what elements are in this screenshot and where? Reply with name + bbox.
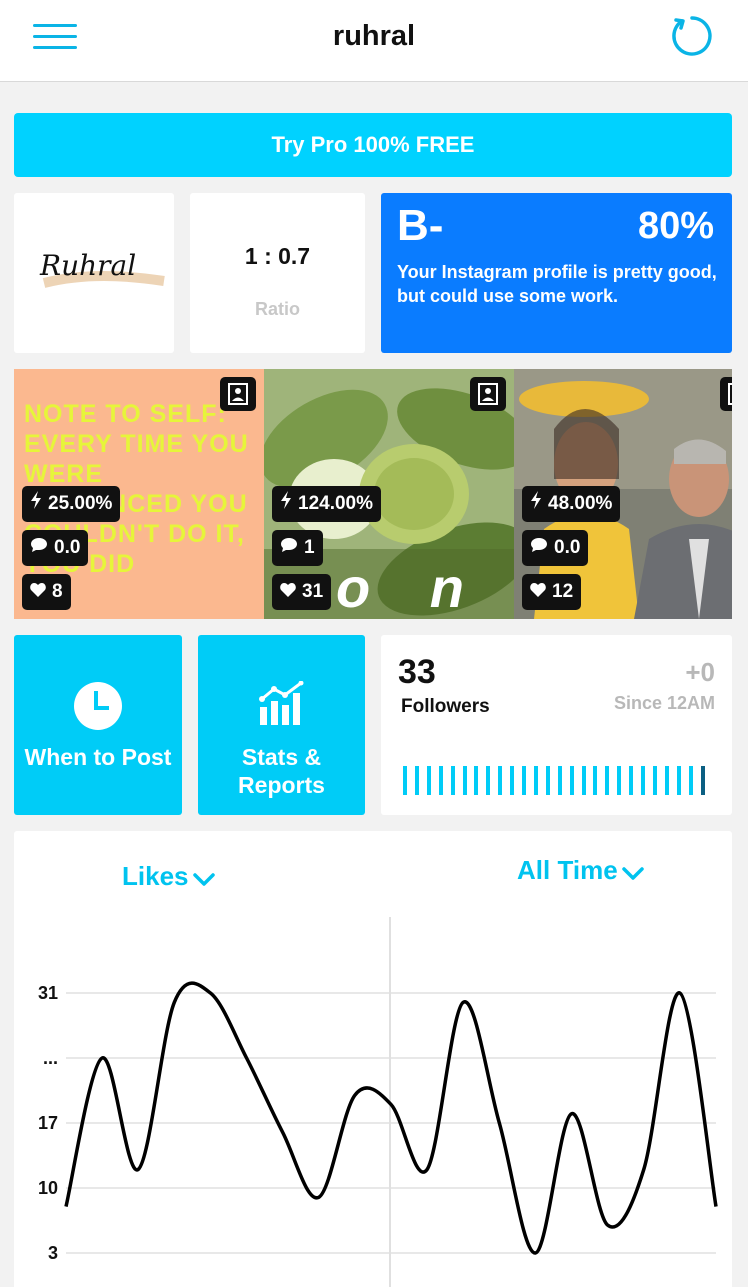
comment-icon xyxy=(280,530,298,566)
engagement-badge: 124.00% xyxy=(272,486,382,522)
followers-bar xyxy=(581,766,586,795)
followers-since: Since 12AM xyxy=(613,693,715,713)
engagement-badge: 48.00% xyxy=(522,486,621,522)
followers-bar xyxy=(438,766,443,795)
y-tick-label: 10 xyxy=(38,1178,58,1198)
post-thumbnail[interactable]: NOTE TO SELF: EVERY TIME YOU WERE CONVIN… xyxy=(14,369,264,619)
bar-chart-icon xyxy=(258,680,306,732)
profile-logo-card: Ruhral xyxy=(14,193,174,353)
followers-history-bars xyxy=(403,766,713,795)
likes-chart: 31... 17 10 3 xyxy=(38,917,718,1287)
followers-bar xyxy=(462,766,467,795)
followers-bar xyxy=(664,766,669,795)
try-pro-button[interactable]: Try Pro 100% FREE xyxy=(14,113,732,177)
comment-icon xyxy=(530,530,548,566)
followers-bar xyxy=(569,766,574,795)
heart-icon xyxy=(280,574,296,610)
top-bar: ruhral xyxy=(0,0,748,82)
followers-bar xyxy=(700,766,705,795)
profile-badge-icon xyxy=(220,377,256,411)
followers-label: Followers xyxy=(401,696,490,717)
followers-bar xyxy=(486,766,491,795)
engagement-badge: 25.00% xyxy=(22,486,121,522)
followers-bar xyxy=(557,766,562,795)
chart-card: Likes All Time 31... 17 10 3 xyxy=(14,831,732,1287)
grade-letter: B- xyxy=(397,201,444,250)
post-thumbnail[interactable]: 48.00% 0.0 12 xyxy=(514,369,732,619)
followers-bar xyxy=(450,766,455,795)
comments-badge: 0.0 xyxy=(522,530,589,566)
stats-reports-label: Stats & Reports xyxy=(238,744,325,798)
profile-badge-icon xyxy=(720,377,732,411)
y-tick-label: 17 xyxy=(38,1113,58,1133)
followers-bar xyxy=(522,766,526,795)
heart-icon xyxy=(30,574,46,610)
comment-icon xyxy=(30,530,48,566)
followers-bar xyxy=(498,766,503,795)
followers-delta: +0 xyxy=(685,657,715,687)
followers-bar xyxy=(510,766,515,795)
followers-bar xyxy=(414,766,419,795)
y-tick-label: 3 xyxy=(48,1243,58,1263)
refresh-icon[interactable] xyxy=(668,14,712,58)
svg-text:Ruhral: Ruhral xyxy=(39,249,136,282)
followers-bar xyxy=(474,766,479,795)
when-to-post-label: When to Post xyxy=(24,744,172,770)
followers-bar xyxy=(617,766,622,795)
lightning-icon xyxy=(280,486,292,522)
followers-bar xyxy=(629,766,634,795)
grade-card[interactable]: B- 80% Your Instagram profile is pretty … xyxy=(381,193,732,353)
post-overlay-text: o n xyxy=(336,556,486,619)
grade-message: Your Instagram profile is pretty good, b… xyxy=(397,262,717,306)
followers-bar xyxy=(676,766,681,795)
followers-bar xyxy=(545,766,550,795)
comments-badge: 1 xyxy=(272,530,323,566)
followers-count: 33 xyxy=(398,653,436,691)
followers-bar xyxy=(652,766,657,795)
y-tick-label: ... xyxy=(43,1048,58,1068)
likes-badge: 8 xyxy=(22,574,71,610)
post-thumbnail[interactable]: o n 124.00% 1 31 xyxy=(264,369,514,619)
ratio-card: 1 : 0.7 Ratio xyxy=(190,193,365,353)
stats-reports-button[interactable]: Stats & Reports xyxy=(198,635,365,815)
followers-bar xyxy=(426,766,431,795)
followers-bar xyxy=(641,766,645,795)
profile-badge-icon xyxy=(470,377,506,411)
followers-bar xyxy=(593,766,598,795)
ratio-value: 1 : 0.7 xyxy=(244,243,311,269)
likes-badge: 31 xyxy=(272,574,332,610)
y-tick-label: 31 xyxy=(38,983,58,1003)
recent-posts: NOTE TO SELF: EVERY TIME YOU WERE CONVIN… xyxy=(14,369,732,619)
profile-logo: Ruhral xyxy=(39,249,165,288)
ratio-label: Ratio xyxy=(255,299,300,319)
comments-badge: 0.0 xyxy=(22,530,89,566)
lightning-icon xyxy=(530,486,542,522)
when-to-post-button[interactable]: When to Post xyxy=(14,635,182,815)
heart-icon xyxy=(530,574,546,610)
followers-bar xyxy=(688,766,693,795)
followers-bar xyxy=(533,766,538,795)
lightning-icon xyxy=(30,486,42,522)
grade-percent: 80% xyxy=(637,205,714,247)
followers-card[interactable]: 33 Followers +0 Since 12AM xyxy=(381,635,732,815)
clock-icon xyxy=(73,681,123,736)
followers-bar xyxy=(403,766,407,795)
page-title: ruhral xyxy=(332,20,416,52)
followers-bar xyxy=(605,766,610,795)
likes-badge: 12 xyxy=(522,574,582,610)
